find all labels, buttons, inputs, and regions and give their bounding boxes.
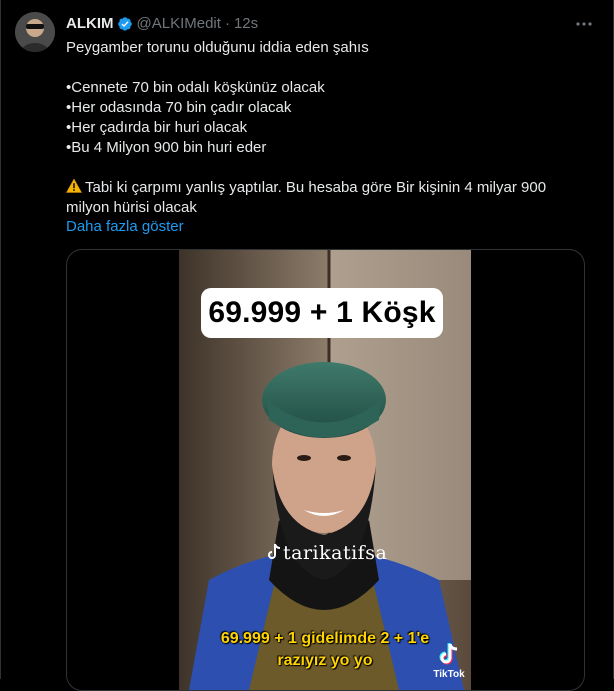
tweet-line: Peygamber torunu olduğunu iddia eden şah… [66,39,369,56]
tiktok-logo-icon [439,643,458,665]
watermark-text: tarikatifsa [283,542,388,564]
author-handle[interactable]: @ALKIMedit [137,14,221,34]
video-title-overlay: 69.999 + 1 Köşk [201,288,443,338]
tweet-line: •Bu 4 Milyon 900 bin huri eder [66,139,267,156]
subtitle-line-2: razıyız yo yo [277,652,373,669]
video-frame[interactable]: 69.999 + 1 Köşk tarikatifsa 69.999 + 1 g… [179,250,471,690]
video-media[interactable]: 69.999 + 1 Köşk tarikatifsa 69.999 + 1 g… [66,249,585,691]
tweet-header: ALKIM @ALKIMedit · 12s [66,14,258,34]
tweet-line [66,158,596,178]
avatar[interactable] [15,12,55,52]
timestamp[interactable]: 12s [234,14,258,34]
show-more-link[interactable]: Daha fazla göster [66,217,184,237]
warning-icon [66,178,82,193]
tweet-line [66,58,596,78]
tweet-line: milyon hürisi olacak [66,199,197,216]
more-options-icon[interactable] [574,14,594,34]
verified-badge-icon [117,17,132,31]
warning-text: Tabi ki çarpımı yanlış yaptılar. Bu hesa… [85,179,547,196]
video-watermark: tarikatifsa [267,542,387,564]
tweet-text: Peygamber torunu olduğunu iddia eden şah… [66,38,596,218]
tiktok-logo: TikTok [431,642,467,682]
author-name[interactable]: ALKIM [66,14,114,34]
tiktok-note-icon [268,543,281,559]
tweet-line-warning: Tabi ki çarpımı yanlış yaptılar. Bu hesa… [66,178,596,198]
video-subtitle: 69.999 + 1 gidelimde 2 + 1'e razıyız yo … [179,628,471,672]
tweet-line: •Her çadırda bir huri olacak [66,119,248,136]
subtitle-line-1: 69.999 + 1 gidelimde 2 + 1'e [220,630,430,647]
tiktok-label: TikTok [433,669,465,680]
separator-dot: · [224,15,230,32]
tweet-line: •Cennete 70 bin odalı köşkünüz olacak [66,79,325,96]
tweet-line: •Her odasında 70 bin çadır olacak [66,99,292,116]
